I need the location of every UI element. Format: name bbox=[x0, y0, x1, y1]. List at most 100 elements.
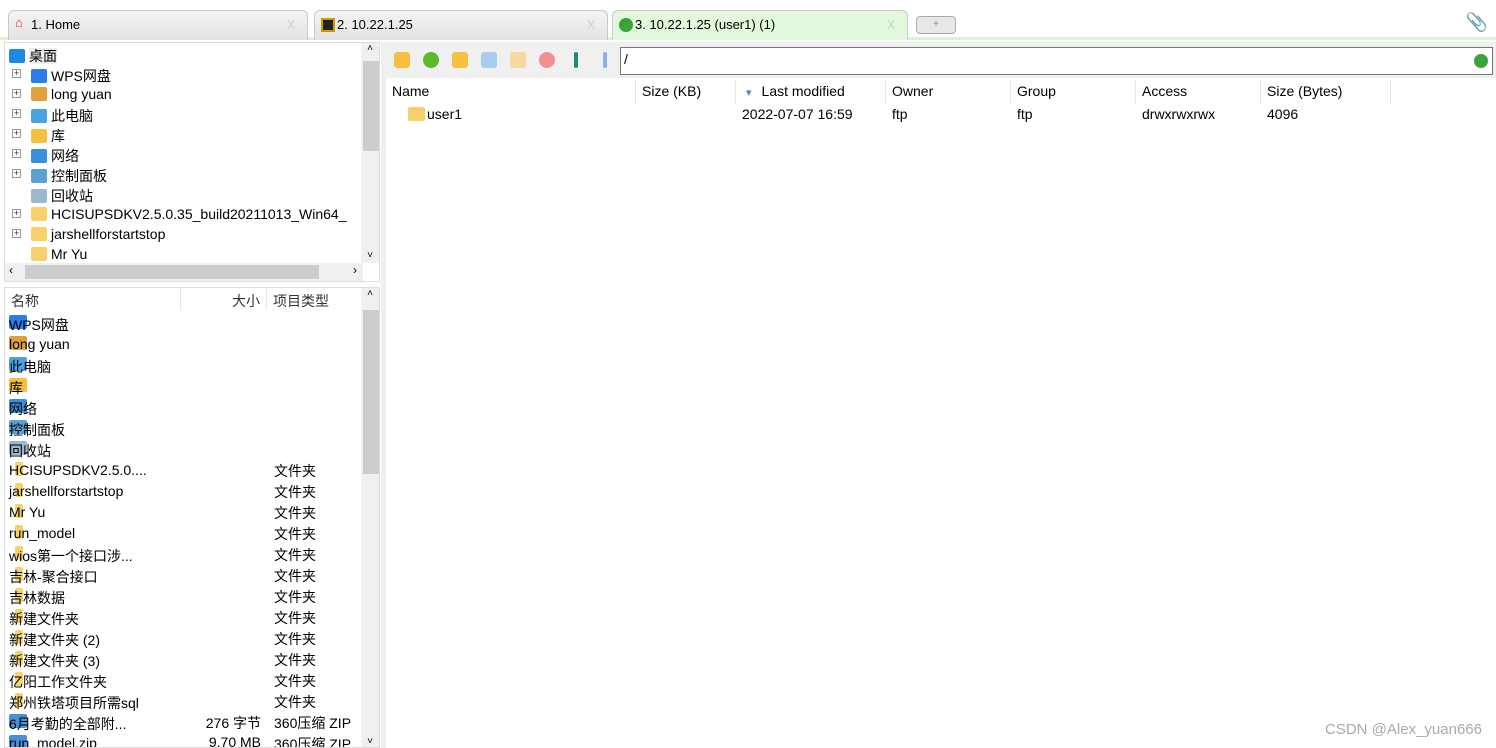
item-icon bbox=[31, 207, 47, 221]
column-access[interactable]: Access bbox=[1136, 80, 1261, 104]
list-vertical-scrollbar[interactable]: ˄ ˅ bbox=[361, 288, 379, 747]
folder-icon[interactable] bbox=[510, 52, 526, 68]
list-item[interactable]: long yuan bbox=[5, 334, 363, 355]
item-name: 吉林-聚合接口 bbox=[9, 569, 98, 585]
tree-vertical-scrollbar[interactable]: ˄ ˅ bbox=[361, 43, 379, 263]
expand-icon[interactable]: + bbox=[12, 129, 21, 138]
list-item[interactable]: 吉林数据 文件夹 bbox=[5, 586, 363, 607]
expand-icon[interactable]: + bbox=[12, 89, 21, 98]
go-icon[interactable] bbox=[1474, 54, 1488, 68]
item-name: wios第一个接口涉... bbox=[9, 548, 133, 564]
list-item[interactable]: WPS网盘 bbox=[5, 313, 363, 334]
watermark: CSDN @Alex_yuan666 bbox=[1325, 721, 1482, 738]
item-name: 此电脑 bbox=[9, 359, 51, 375]
item-name: Mr Yu bbox=[9, 504, 46, 520]
remote-path-input[interactable]: / bbox=[620, 47, 1493, 75]
tree-item-label: 库 bbox=[51, 128, 65, 144]
list-item[interactable]: 此电脑 bbox=[5, 355, 363, 376]
list-item[interactable]: 郑州铁塔项目所需sql 文件夹 bbox=[5, 691, 363, 712]
tree-horizontal-scrollbar[interactable]: ‹ › bbox=[5, 263, 363, 281]
column-group[interactable]: Group bbox=[1011, 80, 1136, 104]
column-owner[interactable]: Owner bbox=[886, 80, 1011, 104]
file-name: user1 bbox=[427, 106, 463, 122]
tree-item-label: 桌面 bbox=[29, 48, 57, 64]
close-tab-button[interactable]: X bbox=[287, 18, 295, 32]
item-type: 360压缩 ZIP bbox=[274, 736, 352, 748]
column-size-kb[interactable]: Size (KB) bbox=[636, 80, 736, 104]
list-item[interactable]: 控制面板 bbox=[5, 418, 363, 439]
list-item[interactable]: run_model.zip 9.70 MB 360压缩 ZIP bbox=[5, 733, 363, 748]
list-item[interactable]: Mr Yu 文件夹 bbox=[5, 502, 363, 523]
delete-icon[interactable] bbox=[539, 52, 555, 68]
item-icon bbox=[31, 149, 47, 163]
column-size-bytes[interactable]: Size (Bytes) bbox=[1261, 80, 1391, 104]
column-size[interactable]: 大小 bbox=[181, 288, 267, 310]
list-item[interactable]: wios第一个接口涉... 文件夹 bbox=[5, 544, 363, 565]
column-last-modified[interactable]: ▾ Last modified bbox=[736, 80, 886, 104]
list-item[interactable]: 库 bbox=[5, 376, 363, 397]
list-item[interactable]: 回收站 bbox=[5, 439, 363, 460]
remote-toolbar: / bbox=[386, 42, 1496, 78]
item-icon bbox=[31, 87, 47, 101]
close-tab-button[interactable]: X bbox=[887, 18, 895, 32]
list-item[interactable]: run_model 文件夹 bbox=[5, 523, 363, 544]
new-tab-button[interactable]: + bbox=[916, 16, 956, 34]
tab-label: 2. 10.22.1.25 bbox=[337, 17, 413, 32]
item-name: 网络 bbox=[9, 401, 37, 417]
list-item[interactable]: jarshellforstartstop 文件夹 bbox=[5, 481, 363, 502]
tree-item-label: long yuan bbox=[51, 86, 112, 102]
expand-icon[interactable]: + bbox=[12, 209, 21, 218]
file-access: drwxrwxrwx bbox=[1142, 106, 1216, 122]
expand-icon[interactable]: + bbox=[12, 69, 21, 78]
item-name: run_model.zip bbox=[9, 735, 97, 748]
item-icon bbox=[31, 169, 47, 183]
item-type: 文件夹 bbox=[274, 652, 316, 668]
home-icon: ⌂ bbox=[15, 15, 23, 30]
item-name: 郑州铁塔项目所需sql bbox=[9, 695, 139, 711]
item-type: 文件夹 bbox=[274, 463, 316, 479]
refresh-icon[interactable] bbox=[423, 52, 439, 68]
item-icon bbox=[31, 247, 47, 261]
item-name: run_model bbox=[9, 525, 76, 541]
list-item[interactable]: 新建文件夹 (2) 文件夹 bbox=[5, 628, 363, 649]
tree-item-label: HCISUPSDKV2.5.0.35_build20211013_Win64_ bbox=[51, 206, 347, 222]
item-type: 文件夹 bbox=[274, 631, 316, 647]
list-item[interactable]: 6月考勤的全部附... 276 字节 360压缩 ZIP bbox=[5, 712, 363, 733]
tab-home[interactable]: ⌂ 1. Home X bbox=[8, 10, 308, 40]
tree-item-label: Mr Yu bbox=[51, 246, 88, 262]
list-item[interactable]: 亿阳工作文件夹 文件夹 bbox=[5, 670, 363, 691]
list-item[interactable]: 吉林-聚合接口 文件夹 bbox=[5, 565, 363, 586]
paperclip-icon[interactable]: 📎 bbox=[1466, 12, 1488, 33]
item-name: 新建文件夹 bbox=[9, 611, 79, 627]
expand-icon[interactable]: + bbox=[12, 109, 21, 118]
file-group: ftp bbox=[1017, 106, 1033, 122]
tree-item-label: 回收站 bbox=[51, 188, 93, 204]
download-icon[interactable] bbox=[603, 52, 607, 68]
list-item[interactable]: 网络 bbox=[5, 397, 363, 418]
expand-icon[interactable]: + bbox=[12, 169, 21, 178]
item-type: 文件夹 bbox=[274, 547, 316, 563]
tab-ssh[interactable]: 2. 10.22.1.25 X bbox=[314, 10, 608, 40]
upload-icon[interactable] bbox=[574, 52, 578, 68]
column-name[interactable]: 名称 bbox=[11, 288, 181, 310]
remote-pane: / Name Size (KB) ▾ Last modified Owner Gr… bbox=[386, 42, 1496, 748]
new-folder-icon[interactable] bbox=[452, 52, 468, 68]
item-name: 亿阳工作文件夹 bbox=[9, 674, 107, 690]
file-size-bytes: 4096 bbox=[1267, 106, 1299, 122]
parent-folder-icon[interactable] bbox=[394, 52, 410, 68]
list-item[interactable]: HCISUPSDKV2.5.0.... 文件夹 bbox=[5, 460, 363, 481]
tab-ftp[interactable]: 3. 10.22.1.25 (user1) (1) X bbox=[612, 10, 908, 40]
close-tab-button[interactable]: X bbox=[587, 18, 595, 32]
expand-icon[interactable]: + bbox=[12, 149, 21, 158]
list-item[interactable]: 新建文件夹 (3) 文件夹 bbox=[5, 649, 363, 670]
item-size: 9.70 MB bbox=[208, 734, 261, 748]
expand-icon[interactable]: + bbox=[12, 229, 21, 238]
new-file-icon[interactable] bbox=[481, 52, 497, 68]
item-name: long yuan bbox=[9, 336, 70, 352]
item-type: 文件夹 bbox=[274, 694, 316, 710]
list-item[interactable]: 新建文件夹 文件夹 bbox=[5, 607, 363, 628]
item-type: 文件夹 bbox=[274, 589, 316, 605]
column-type[interactable]: 项目类型 bbox=[273, 288, 363, 310]
tree-item-label: WPS网盘 bbox=[51, 68, 111, 84]
column-name[interactable]: Name bbox=[386, 80, 636, 104]
